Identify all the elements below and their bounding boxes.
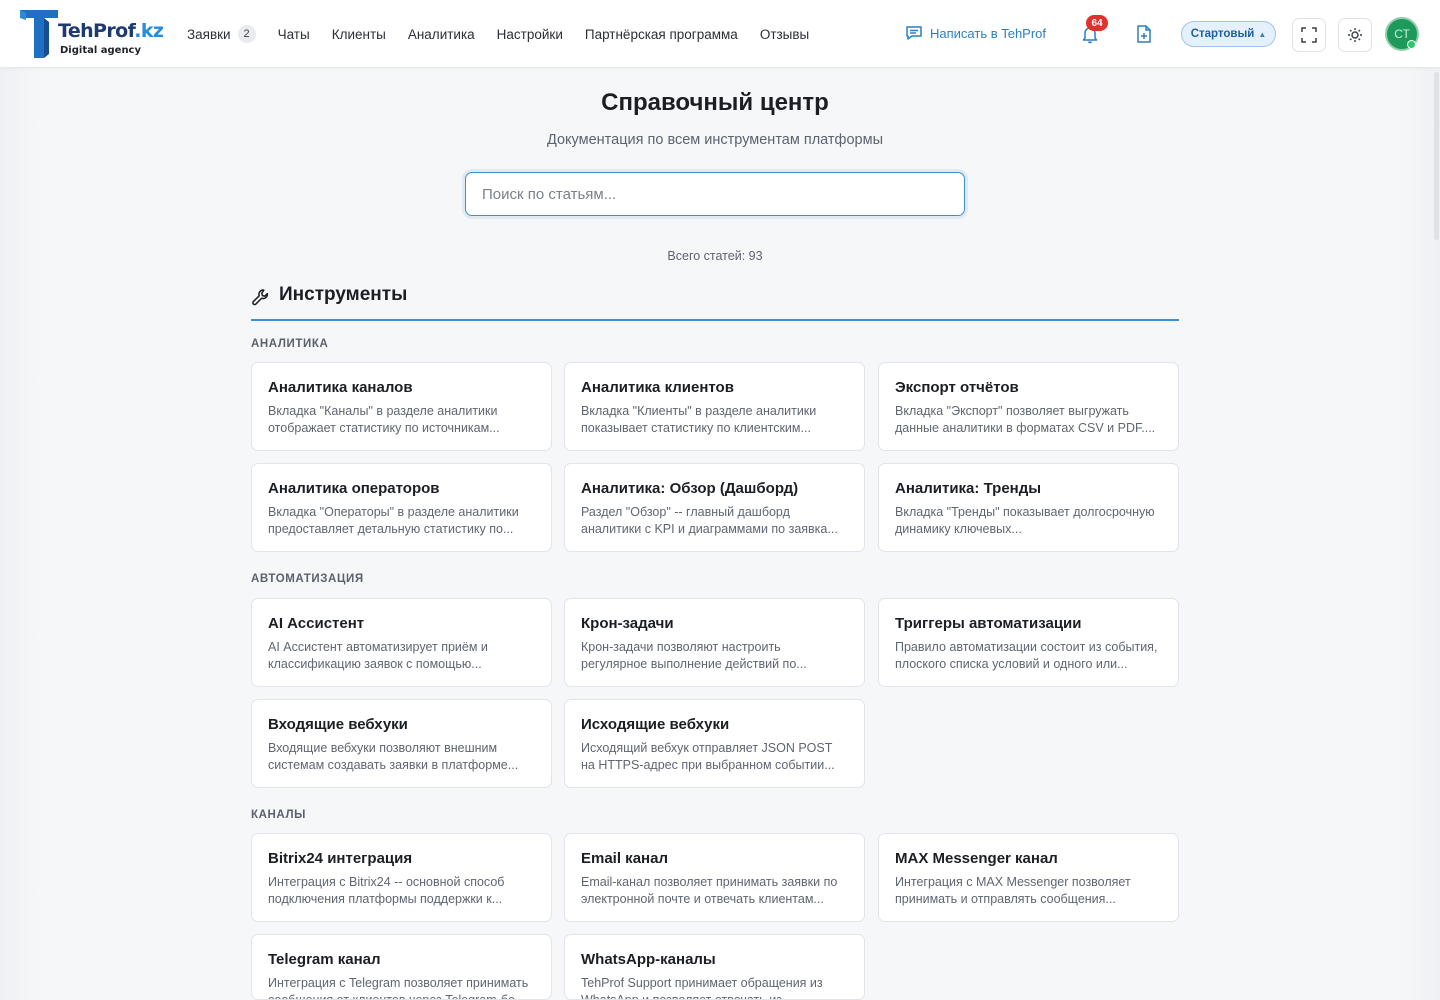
article-description: Крон-задачи позволяют настроить регулярн… — [581, 640, 807, 671]
new-document-button[interactable] — [1131, 20, 1157, 48]
article-card[interactable]: Исходящие вебхуки Исходящий вебхук отпра… — [564, 699, 865, 788]
requests-count-badge: 2 — [237, 25, 256, 43]
article-description: Вкладка "Клиенты" в разделе аналитики по… — [581, 404, 817, 435]
scrollbar-thumb[interactable] — [1434, 72, 1439, 240]
online-status-dot — [1407, 40, 1416, 49]
article-title: Входящие вебхуки — [268, 716, 408, 733]
logo-mark-icon — [20, 10, 58, 58]
write-to-tehprof-link[interactable]: Написать в TehProf — [905, 24, 1046, 42]
article-card[interactable]: Аналитика клиентов Вкладка "Клиенты" в р… — [564, 362, 865, 451]
article-description: Раздел "Обзор" -- главный дашборд аналит… — [581, 505, 838, 536]
article-card[interactable]: Email канал Email-канал позволяет приним… — [564, 833, 865, 922]
sun-icon — [1348, 28, 1362, 42]
page-subtitle: Документация по всем инструментам платфо… — [546, 132, 884, 148]
article-title: MAX Messenger канал — [895, 850, 1058, 867]
fullscreen-icon — [1301, 27, 1317, 43]
category-label-analytics: АНАЛИТИКА — [251, 338, 329, 350]
article-card[interactable]: Триггеры автоматизации Правило автоматиз… — [878, 598, 1179, 687]
article-title: Telegram канал — [268, 951, 381, 968]
nav-item-reviews[interactable]: Отзывы — [760, 27, 809, 42]
article-title: Экспорт отчётов — [895, 379, 1019, 396]
nav-item-partner-program[interactable]: Партнёрская программа — [585, 27, 738, 42]
article-card[interactable]: Входящие вебхуки Входящие вебхуки позвол… — [251, 699, 552, 788]
category-label-automation: АВТОМАТИЗАЦИЯ — [251, 573, 364, 585]
plan-label: Стартовый — [1190, 28, 1255, 40]
article-title: Аналитика: Тренды — [895, 480, 1042, 497]
article-title: Аналитика операторов — [268, 480, 440, 497]
article-description: Email-канал позволяет принимать заявки п… — [581, 875, 838, 906]
article-title: Аналитика каналов — [268, 379, 413, 396]
article-title: Аналитика клиентов — [581, 379, 734, 396]
page-title: Справочный центр — [601, 89, 829, 116]
article-title: Исходящие вебхуки — [581, 716, 730, 733]
search-input[interactable] — [465, 172, 965, 216]
article-card[interactable]: Аналитика: Обзор (Дашборд) Раздел "Обзор… — [564, 463, 865, 552]
theme-toggle-button[interactable] — [1338, 18, 1372, 52]
article-title: Крон-задачи — [581, 615, 674, 632]
article-description: Вкладка "Каналы" в разделе аналитики ото… — [268, 404, 500, 435]
article-description: Интеграция с Bitrix24 -- основной способ… — [268, 875, 505, 906]
nav-item-label: Заявки — [187, 26, 231, 42]
chat-bubble-icon — [906, 26, 922, 40]
article-card[interactable]: Экспорт отчётов Вкладка "Экспорт" позвол… — [878, 362, 1179, 451]
article-description: Вкладка "Экспорт" позволяет выгружать да… — [895, 404, 1156, 435]
article-title: Bitrix24 интеграция — [268, 850, 413, 867]
logo-name: TehProf.kz — [58, 20, 164, 42]
article-card[interactable]: Telegram канал Интеграция с Telegram поз… — [251, 934, 552, 1000]
fullscreen-button[interactable] — [1292, 18, 1326, 52]
article-description: Входящие вебхуки позволяют внешним систе… — [268, 741, 519, 772]
article-card[interactable]: AI Ассистент AI Ассистент автоматизирует… — [251, 598, 552, 687]
article-card[interactable]: Аналитика: Тренды Вкладка "Тренды" показ… — [878, 463, 1179, 552]
article-card[interactable]: Bitrix24 интеграция Интеграция с Bitrix2… — [251, 833, 552, 922]
nav-item-settings[interactable]: Настройки — [497, 27, 563, 42]
article-card[interactable]: Крон-задачи Крон-задачи позволяют настро… — [564, 598, 865, 687]
article-title: Аналитика: Обзор (Дашборд) — [581, 480, 799, 497]
section-header: Инструменты — [251, 284, 1179, 321]
logo[interactable]: TehProf.kz Digital agency — [20, 8, 164, 60]
article-description: Исходящий вебхук отправляет JSON POST на… — [581, 741, 835, 772]
article-card[interactable]: WhatsApp-каналы TehProf Support принимае… — [564, 934, 865, 1000]
nav-item-chats[interactable]: Чаты — [278, 27, 310, 42]
write-link-label: Написать в TehProf — [930, 25, 1047, 41]
main-nav: Заявки 2 Чаты Клиенты Аналитика Настройк… — [187, 0, 831, 68]
wrench-icon — [252, 289, 269, 306]
article-title: Триггеры автоматизации — [895, 615, 1082, 632]
article-card[interactable]: MAX Messenger канал Интеграция с MAX Mes… — [878, 833, 1179, 922]
top-header: TehProf.kz Digital agency Заявки 2 Чаты … — [0, 0, 1440, 68]
article-card[interactable]: Аналитика каналов Вкладка "Каналы" в раз… — [251, 362, 552, 451]
article-description: TehProf Support принимает обращения из W… — [581, 976, 823, 1000]
category-label-channels: КАНАЛЫ — [251, 809, 307, 821]
nav-item-analytics[interactable]: Аналитика — [408, 27, 475, 42]
nav-item-requests[interactable]: Заявки 2 — [187, 25, 256, 43]
article-description: Интеграция с MAX Messenger позволяет при… — [895, 875, 1131, 906]
article-description: Вкладка "Тренды" показывает долгосрочную… — [895, 505, 1155, 536]
article-description: Вкладка "Операторы" в разделе аналитики … — [268, 505, 519, 536]
article-card[interactable]: Аналитика операторов Вкладка "Операторы"… — [251, 463, 552, 552]
article-title: AI Ассистент — [268, 615, 365, 632]
logo-tagline: Digital agency — [60, 45, 142, 56]
section-title: Инструменты — [279, 284, 408, 305]
plan-selector[interactable]: Стартовый ▲ — [1181, 21, 1276, 47]
nav-item-clients[interactable]: Клиенты — [332, 27, 386, 42]
articles-total: Всего статей: 93 — [667, 249, 763, 263]
chevron-up-icon: ▲ — [1258, 29, 1267, 39]
article-description: Интеграция с Telegram позволяет принимат… — [268, 976, 529, 1000]
article-title: Email канал — [581, 850, 668, 867]
article-title: WhatsApp-каналы — [581, 951, 716, 968]
article-description: Правило автоматизации состоит из события… — [895, 640, 1158, 671]
article-description: AI Ассистент автоматизирует приём и клас… — [268, 640, 488, 671]
notifications-count-badge: 64 — [1086, 15, 1108, 31]
file-plus-icon — [1137, 25, 1151, 43]
